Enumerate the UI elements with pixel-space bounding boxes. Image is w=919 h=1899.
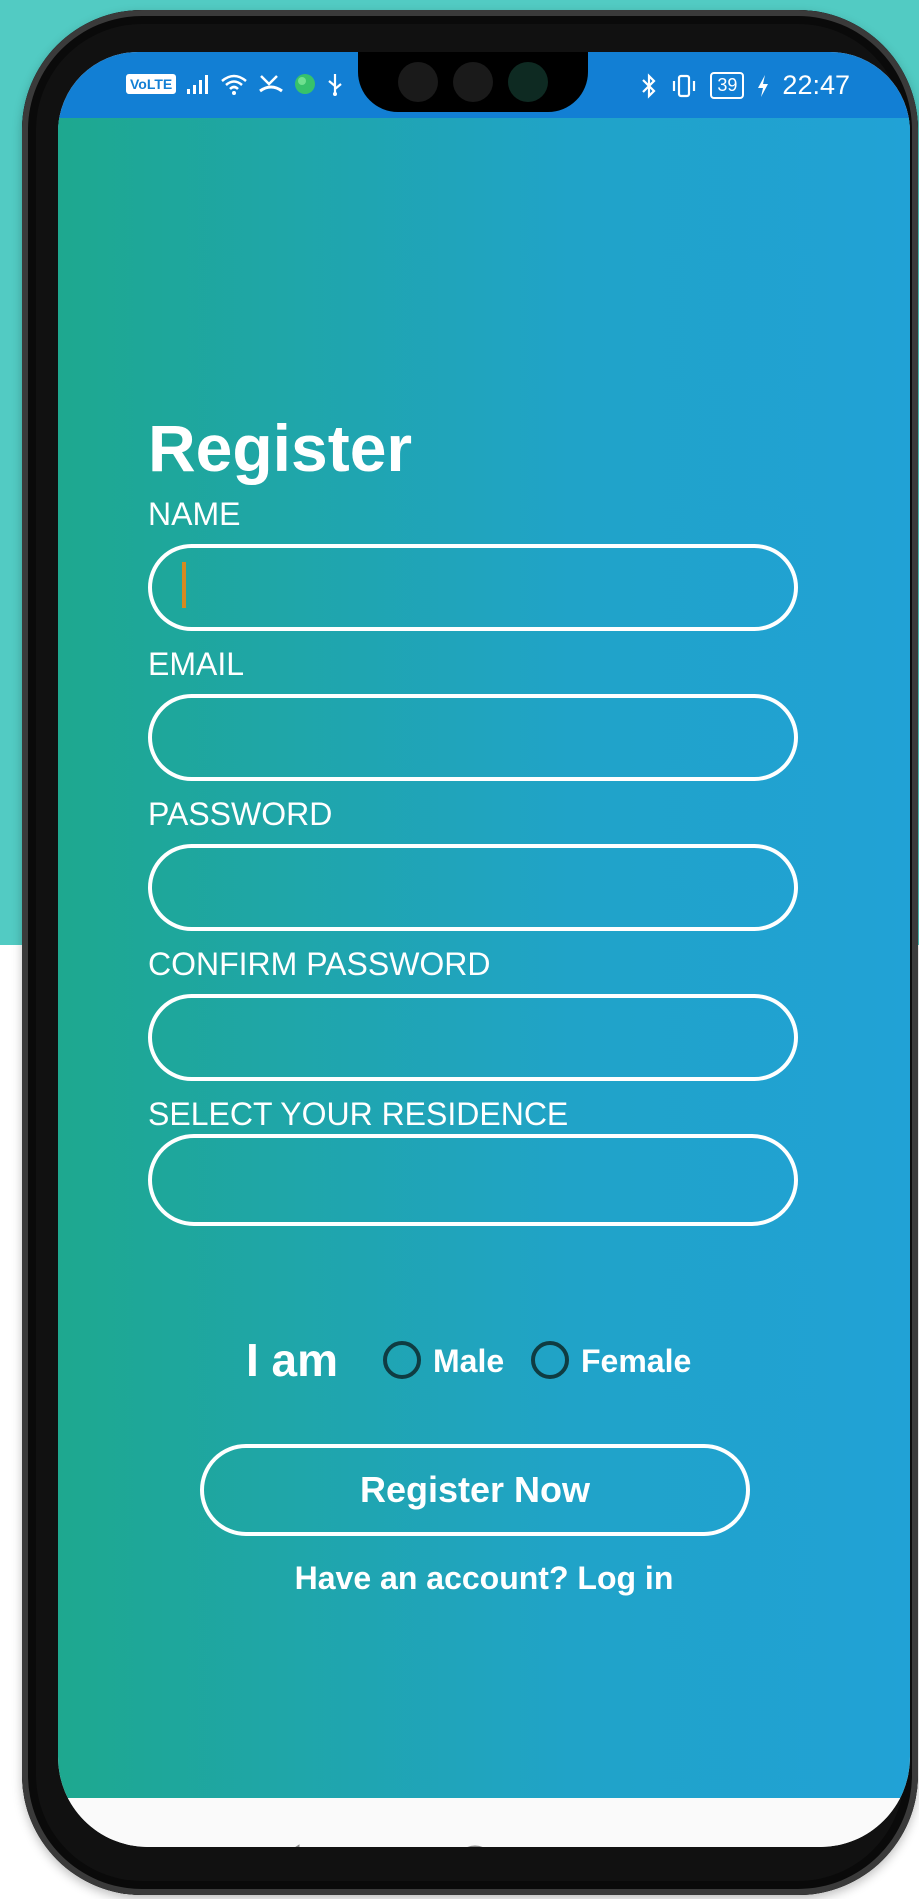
status-left: VoLTE bbox=[126, 72, 344, 96]
vibrate-icon bbox=[673, 74, 696, 97]
email-label: EMAIL bbox=[148, 646, 245, 682]
password-input[interactable] bbox=[148, 844, 798, 931]
usb-icon bbox=[328, 74, 342, 96]
wifi-icon bbox=[221, 74, 248, 95]
residence-select[interactable] bbox=[148, 1134, 798, 1226]
residence-label: SELECT YOUR RESIDENCE bbox=[148, 1096, 569, 1132]
signal-bars-icon bbox=[187, 75, 209, 94]
gender-label: I am bbox=[246, 1334, 339, 1386]
register-screen: Register NAME EMAIL PASSWORD CONFIRM PAS… bbox=[58, 118, 910, 1798]
female-label[interactable]: Female bbox=[581, 1343, 691, 1380]
missed-call-icon bbox=[259, 75, 284, 93]
front-sensor-icon bbox=[453, 62, 493, 102]
android-nav-bar bbox=[58, 1798, 910, 1847]
phone-frame: VoLTE 39 22:47 Register NAME EMAIL PASSW… bbox=[22, 10, 918, 1895]
email-input[interactable] bbox=[148, 694, 798, 781]
volte-badge: VoLTE bbox=[126, 74, 177, 94]
gender-row: I am Male Female bbox=[58, 1333, 910, 1393]
password-label: PASSWORD bbox=[148, 796, 333, 832]
text-cursor bbox=[182, 562, 186, 608]
back-triangle-icon[interactable] bbox=[259, 1840, 309, 1847]
battery-indicator: 39 bbox=[710, 72, 745, 99]
name-input[interactable] bbox=[148, 544, 798, 631]
home-circle-icon[interactable] bbox=[450, 1840, 500, 1847]
name-label: NAME bbox=[148, 496, 241, 532]
clock: 22:47 bbox=[782, 70, 850, 100]
male-label[interactable]: Male bbox=[433, 1343, 504, 1380]
confirm-password-input[interactable] bbox=[148, 994, 798, 1081]
page-title: Register bbox=[148, 411, 413, 485]
bluetooth-icon bbox=[642, 72, 656, 99]
recents-square-icon[interactable] bbox=[643, 1840, 693, 1847]
confirm-password-label: CONFIRM PASSWORD bbox=[148, 946, 491, 982]
register-now-button[interactable]: Register Now bbox=[200, 1444, 750, 1536]
female-radio[interactable] bbox=[531, 1341, 569, 1379]
front-camera-icon bbox=[398, 62, 438, 102]
male-radio[interactable] bbox=[383, 1341, 421, 1379]
status-right: 39 22:47 bbox=[640, 70, 850, 101]
camera-notch bbox=[358, 52, 588, 112]
phone-screen: VoLTE 39 22:47 Register NAME EMAIL PASSW… bbox=[58, 52, 910, 1847]
charging-bolt-icon bbox=[758, 74, 769, 97]
front-lens-icon bbox=[508, 62, 548, 102]
globe-app-icon bbox=[295, 74, 316, 94]
login-link[interactable]: Have an account? Log in bbox=[58, 1560, 910, 1597]
